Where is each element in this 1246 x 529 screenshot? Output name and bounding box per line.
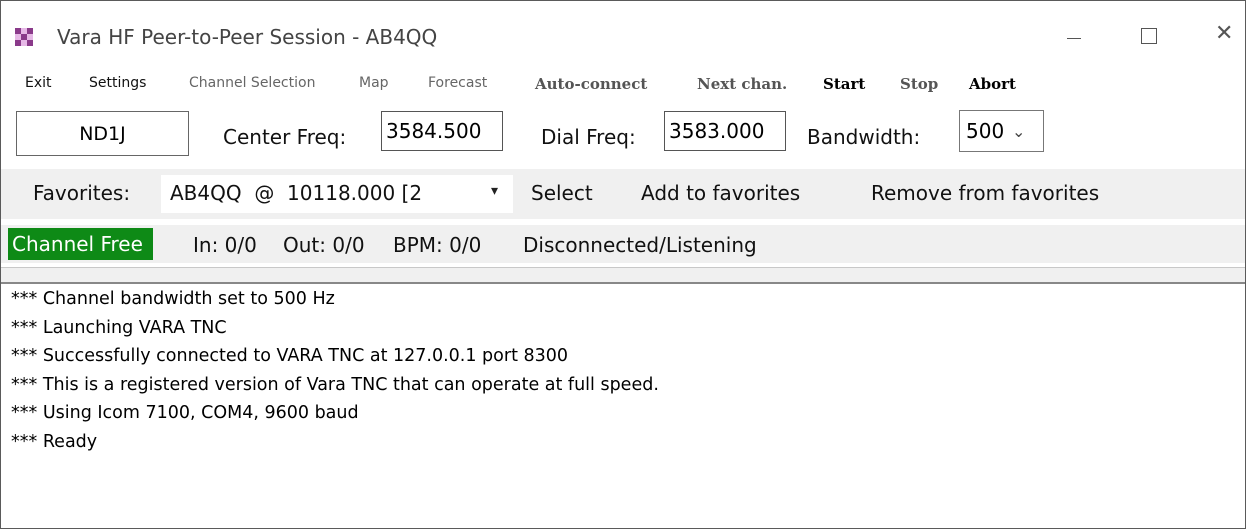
- chevron-down-icon: ▾: [491, 183, 499, 199]
- in-counter: In: 0/0: [193, 233, 257, 257]
- menu-forecast[interactable]: Forecast: [428, 75, 487, 91]
- menu-auto-connect[interactable]: Auto-connect: [535, 75, 647, 93]
- dial-freq-label: Dial Freq:: [541, 125, 636, 149]
- log-line: *** Using Icom 7100, COM4, 9600 baud: [11, 403, 359, 423]
- splitter[interactable]: [1, 267, 1245, 284]
- status-bar: Channel Free In: 0/0 Out: 0/0 BPM: 0/0 D…: [1, 225, 1245, 263]
- connection-state: Disconnected/Listening: [523, 233, 757, 257]
- log-line: *** Ready: [11, 431, 98, 452]
- center-freq-label: Center Freq:: [223, 125, 347, 149]
- menu-bar: Exit Settings Channel Selection Map Fore…: [1, 67, 1245, 97]
- app-window: Vara HF Peer-to-Peer Session - AB4QQ ✕ E…: [0, 0, 1246, 529]
- menu-exit[interactable]: Exit: [25, 75, 52, 91]
- bpm-counter: BPM: 0/0: [393, 233, 482, 257]
- callsign-field[interactable]: ND1J: [16, 111, 189, 156]
- menu-start[interactable]: Start: [823, 75, 865, 93]
- minimize-icon[interactable]: [1053, 17, 1093, 53]
- connection-row: ND1J Center Freq: 3584.500 Dial Freq: 35…: [1, 105, 1245, 157]
- menu-settings[interactable]: Settings: [89, 75, 146, 91]
- remove-from-favorites-button[interactable]: Remove from favorites: [871, 181, 1099, 205]
- bandwidth-label: Bandwidth:: [807, 125, 921, 149]
- bandwidth-select[interactable]: 500 ⌄: [959, 110, 1044, 152]
- log-line: *** Successfully connected to VARA TNC a…: [11, 346, 569, 366]
- checkerboard-app-icon: [15, 28, 33, 46]
- dial-freq-input[interactable]: 3583.000: [664, 111, 786, 151]
- add-to-favorites-button[interactable]: Add to favorites: [641, 181, 800, 205]
- menu-map[interactable]: Map: [359, 75, 389, 91]
- favorites-combo[interactable]: AB4QQ @ 10118.000 [2 ▾: [161, 175, 513, 213]
- menu-channel-selection[interactable]: Channel Selection: [189, 75, 315, 91]
- chevron-down-icon: ⌄: [1012, 121, 1026, 141]
- window-title: Vara HF Peer-to-Peer Session - AB4QQ: [57, 25, 438, 49]
- favorites-selected: AB4QQ @ 10118.000 [2: [170, 181, 423, 205]
- maximize-icon[interactable]: [1129, 17, 1169, 53]
- menu-abort[interactable]: Abort: [969, 75, 1016, 93]
- title-bar[interactable]: Vara HF Peer-to-Peer Session - AB4QQ ✕: [1, 1, 1245, 59]
- center-freq-input[interactable]: 3584.500: [381, 111, 503, 151]
- log-line: *** Launching VARA TNC: [11, 317, 227, 338]
- favorites-label: Favorites:: [33, 181, 131, 205]
- log-line: *** This is a registered version of Vara…: [11, 374, 659, 395]
- menu-stop[interactable]: Stop: [900, 75, 938, 93]
- bandwidth-value: 500: [966, 119, 1005, 143]
- channel-status-badge: Channel Free: [8, 228, 153, 260]
- log-line: *** Channel bandwidth set to 500 Hz: [11, 289, 335, 309]
- session-log[interactable]: *** Channel bandwidth set to 500 Hz *** …: [11, 285, 1241, 525]
- out-counter: Out: 0/0: [283, 233, 365, 257]
- select-button[interactable]: Select: [531, 181, 593, 205]
- menu-next-channel[interactable]: Next chan.: [697, 75, 787, 93]
- close-icon[interactable]: ✕: [1205, 17, 1245, 53]
- favorites-row: Favorites: AB4QQ @ 10118.000 [2 ▾ Select…: [1, 169, 1245, 219]
